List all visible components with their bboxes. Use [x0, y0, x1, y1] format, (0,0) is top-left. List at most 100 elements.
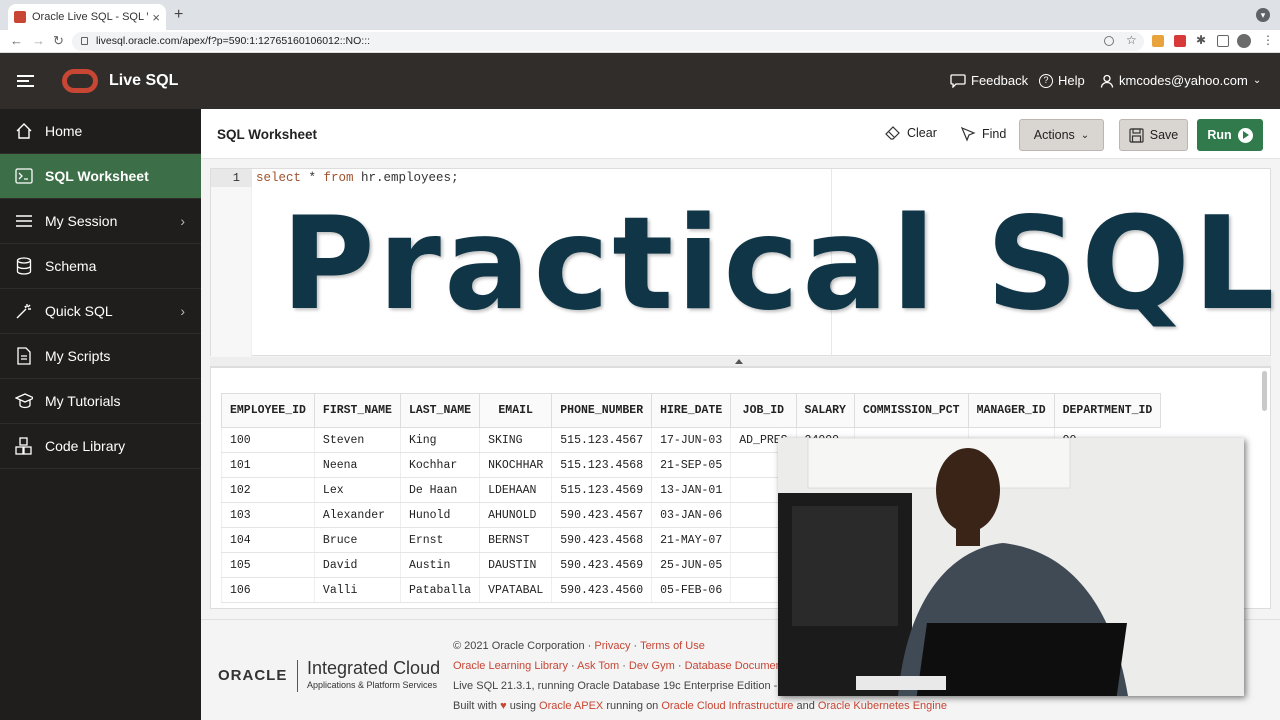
chevron-down-icon: ⌄	[1080, 129, 1090, 141]
collapse-arrow-icon[interactable]	[735, 359, 743, 364]
terms-link[interactable]: Terms of Use	[640, 640, 705, 652]
address-bar[interactable]: livesql.oracle.com/apex/f?p=590:1:127651…	[72, 32, 1144, 51]
table-cell: Valli	[313, 577, 401, 603]
find-button[interactable]: Find	[960, 126, 1006, 142]
heart-icon: ♥	[500, 700, 507, 712]
app-name[interactable]: Live SQL	[109, 72, 178, 90]
forward-icon[interactable]: →	[32, 33, 45, 48]
save-label: Save	[1149, 128, 1179, 142]
oracle-logo-icon	[62, 69, 98, 93]
user-icon	[1100, 74, 1114, 88]
column-header: COMMISSION_PCT	[853, 393, 969, 428]
media-icon[interactable]	[1217, 35, 1229, 47]
back-icon[interactable]: ←	[10, 33, 23, 48]
table-cell: 21-MAY-07	[651, 527, 731, 553]
sidebar-item-sql-worksheet[interactable]: SQL Worksheet	[0, 154, 201, 199]
table-cell: VPATABAL	[479, 577, 552, 603]
sidebar-item-label: SQL Worksheet	[45, 168, 149, 184]
table-cell: 104	[221, 527, 315, 553]
sidebar-item-my-scripts[interactable]: My Scripts	[0, 334, 201, 379]
user-email: kmcodes@yahoo.com	[1119, 73, 1248, 88]
table-cell: AHUNOLD	[479, 502, 552, 528]
more-menu-icon[interactable]: ⋮	[1262, 33, 1274, 47]
find-icon	[960, 126, 976, 142]
column-header: MANAGER_ID	[967, 393, 1055, 428]
table-cell: Kochhar	[399, 452, 480, 478]
table-cell: Hunold	[399, 502, 480, 528]
sidebar-item-label: My Session	[45, 213, 118, 229]
presenter-video-image	[778, 438, 1244, 696]
bookmark-star-icon[interactable]: ☆	[1126, 33, 1138, 47]
learning-library-link[interactable]: Oracle Learning Library	[453, 660, 568, 672]
oke-link[interactable]: Oracle Kubernetes Engine	[818, 700, 947, 712]
dev-gym-link[interactable]: Dev Gym	[629, 660, 675, 672]
built-text: using	[509, 700, 536, 712]
actions-button[interactable]: Actions ⌄	[1019, 119, 1104, 151]
table-cell: 106	[221, 577, 315, 603]
extension-icon[interactable]	[1174, 35, 1186, 47]
lock-icon	[81, 37, 88, 45]
table-cell: David	[313, 552, 401, 578]
profile-avatar-icon[interactable]	[1237, 34, 1251, 48]
table-cell: Neena	[313, 452, 401, 478]
pane-splitter[interactable]	[210, 357, 1271, 367]
integrated-cloud-subtitle: Applications & Platform Services	[307, 680, 438, 690]
sidebar-item-label: My Scripts	[45, 348, 111, 364]
table-cell: SKING	[479, 427, 552, 453]
sidebar-item-schema[interactable]: Schema	[0, 244, 201, 289]
user-menu[interactable]: kmcodes@yahoo.com ⌄	[1100, 73, 1261, 88]
sql-code[interactable]: select * from hr.employees;	[256, 169, 459, 187]
app-header: Live SQL Feedback ? Help kmcodes@yahoo.c…	[0, 53, 1280, 109]
oci-link[interactable]: Oracle Cloud Infrastructure	[661, 700, 793, 712]
magic-wand-icon	[15, 302, 33, 320]
chevron-right-icon: ›	[180, 213, 185, 229]
help-link[interactable]: ? Help	[1039, 73, 1085, 88]
table-cell: Ernst	[399, 527, 480, 553]
list-icon	[15, 212, 33, 230]
table-cell: 102	[221, 477, 315, 503]
privacy-link[interactable]: Privacy	[594, 640, 630, 652]
column-header: EMAIL	[479, 393, 553, 428]
new-tab-button[interactable]: +	[174, 6, 183, 24]
help-label: Help	[1058, 73, 1085, 88]
sidebar-item-my-session[interactable]: My Session ›	[0, 199, 201, 244]
table-cell: 100	[221, 427, 315, 453]
run-button[interactable]: Run	[1197, 119, 1263, 151]
chevron-right-icon: ›	[180, 303, 185, 319]
table-cell: 590.423.4568	[551, 527, 652, 553]
ask-tom-link[interactable]: Ask Tom	[577, 660, 619, 672]
extension-icon[interactable]	[1152, 35, 1164, 47]
table-cell: 590.423.4560	[551, 577, 652, 603]
sidebar-item-quick-sql[interactable]: Quick SQL ›	[0, 289, 201, 334]
sidebar-item-label: Code Library	[45, 438, 126, 454]
tab-search-icon[interactable]: ▾	[1256, 8, 1270, 22]
sidebar-item-code-library[interactable]: Code Library	[0, 424, 201, 469]
browser-tab[interactable]: Oracle Live SQL - SQL Worksh ×	[8, 4, 166, 30]
reload-icon[interactable]: ↻	[53, 33, 64, 49]
puzzle-icon[interactable]: ✱	[1196, 33, 1208, 47]
sidebar-item-home[interactable]: Home	[0, 109, 201, 154]
actions-label: Actions	[1033, 128, 1075, 142]
tab-close-icon[interactable]: ×	[152, 10, 160, 25]
tab-title: Oracle Live SQL - SQL Worksh	[32, 11, 148, 23]
scrollbar[interactable]	[1262, 371, 1267, 411]
overlay-title: Practical SQL	[281, 190, 1278, 339]
table-cell: Lex	[313, 477, 401, 503]
save-button[interactable]: Save	[1119, 119, 1188, 151]
table-cell: 05-FEB-06	[651, 577, 731, 603]
table-cell: 590.423.4569	[551, 552, 652, 578]
footer-line-2: Oracle Learning Library · Ask Tom · Dev …	[453, 660, 782, 672]
column-header: PHONE_NUMBER	[551, 393, 653, 428]
zoom-icon[interactable]	[1104, 36, 1114, 46]
column-header: SALARY	[795, 393, 855, 428]
divider	[297, 660, 298, 692]
copyright-text: © 2021 Oracle Corporation ·	[453, 640, 592, 652]
clear-button[interactable]: Clear	[885, 126, 937, 140]
hamburger-menu-icon[interactable]	[17, 75, 34, 90]
docs-link[interactable]: Database Documen	[685, 660, 782, 672]
sidebar-item-my-tutorials[interactable]: My Tutorials	[0, 379, 201, 424]
oracle-favicon-icon	[14, 11, 26, 23]
feedback-link[interactable]: Feedback	[950, 73, 1028, 88]
apex-link[interactable]: Oracle APEX	[539, 700, 603, 712]
column-header: DEPARTMENT_ID	[1053, 393, 1162, 428]
